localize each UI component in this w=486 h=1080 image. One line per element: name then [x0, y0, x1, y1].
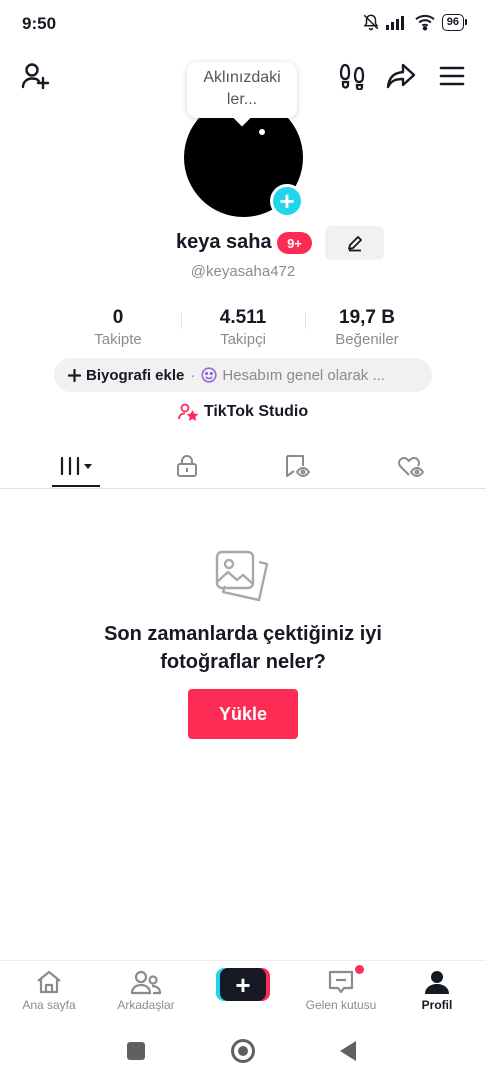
edit-profile-button[interactable] [325, 226, 384, 260]
pencil-icon [347, 236, 362, 252]
bio-bar: Biyografi ekle · Hesabım genel olarak ..… [54, 358, 432, 392]
nav-home[interactable]: Ana sayfa [4, 961, 94, 1025]
note-bubble[interactable]: Aklınızdaki ler... [187, 62, 297, 118]
active-tab-indicator [52, 485, 100, 487]
tab-videos[interactable] [36, 444, 116, 488]
upload-button[interactable]: Yükle [188, 689, 298, 739]
home-system-icon[interactable] [231, 1039, 255, 1063]
stat-followers-label: Takipçi [220, 331, 266, 348]
stat-divider [181, 313, 182, 329]
stat-likes[interactable]: 19,7 B Beğeniler [307, 306, 427, 350]
nav-inbox-label: Gelen kutusu [305, 998, 377, 1012]
avatar-add-button[interactable]: + [270, 184, 304, 218]
back-icon[interactable] [338, 1040, 358, 1062]
signal-icon [385, 16, 404, 30]
note-bubble-line1: Aklınızdaki [203, 69, 281, 86]
videos-grid-icon [60, 456, 92, 476]
liked-icon [398, 457, 424, 477]
nav-profile[interactable]: Profil [392, 961, 482, 1025]
stat-followers-value: 4.511 [219, 307, 267, 328]
profile-tabs [0, 444, 486, 489]
recents-icon[interactable] [127, 1042, 145, 1060]
footprints-icon[interactable] [337, 60, 369, 92]
notifications-badge[interactable]: 9+ [277, 232, 312, 254]
tiktok-studio-link[interactable]: TikTok Studio [0, 403, 486, 421]
plus-icon: + [279, 186, 295, 216]
nav-friends-label: Arkadaşlar [117, 998, 175, 1012]
plus-icon [68, 368, 81, 382]
nav-home-label: Ana sayfa [22, 998, 76, 1012]
user-handle: @keyasaha472 [190, 263, 296, 280]
inbox-icon [328, 970, 354, 994]
friends-icon [131, 970, 161, 995]
lock-icon [177, 455, 197, 477]
add-bio-button[interactable]: Biyografi ekle [68, 367, 184, 384]
username: keya saha [176, 231, 272, 253]
profile-icon [425, 971, 449, 994]
stat-divider [305, 313, 306, 329]
bio-separator: · [190, 366, 196, 384]
empty-state-message: Son zamanlarda çektiğiniz iyi fotoğrafla… [0, 620, 486, 676]
inbox-notification-dot [355, 965, 364, 974]
stat-followers[interactable]: 4.511 Takipçi [183, 306, 303, 350]
home-icon [37, 970, 61, 994]
stat-likes-label: Beğeniler [335, 331, 399, 348]
wifi-icon [415, 14, 435, 31]
tab-liked[interactable] [370, 444, 450, 488]
stat-following-value: 0 [112, 307, 124, 328]
system-nav-bar [0, 1024, 486, 1080]
note-bubble-line2: ler... [226, 91, 258, 108]
tagged-icon [286, 455, 310, 477]
account-status-button[interactable]: Hesabım genel olarak ... [201, 367, 385, 384]
add-bio-label: Biyografi ekle [86, 366, 185, 384]
create-plus-icon: + [220, 968, 266, 1001]
share-icon[interactable] [384, 60, 418, 92]
stat-following[interactable]: 0 Takipte [58, 306, 178, 350]
nav-friends[interactable]: Arkadaşlar [101, 961, 191, 1025]
photos-icon [213, 548, 273, 611]
avatar-dot [259, 129, 265, 135]
tab-tagged[interactable] [257, 444, 337, 488]
status-time: 9:50 [22, 14, 57, 33]
studio-user-star-icon [177, 403, 198, 421]
account-status-text: Hesabım genel olarak ... [222, 366, 385, 384]
bell-off-icon [363, 14, 379, 31]
stat-likes-value: 19,7 B [339, 307, 395, 328]
add-user-icon[interactable] [18, 60, 52, 92]
stat-following-label: Takipte [94, 331, 142, 348]
status-icons: 96 [362, 13, 468, 31]
tiktok-studio-label: TikTok Studio [203, 403, 309, 420]
smiley-icon [201, 367, 217, 383]
empty-state-line1: Son zamanlarda çektiğiniz iyi [104, 623, 382, 645]
create-button[interactable]: + [216, 968, 270, 1001]
menu-icon[interactable] [436, 60, 468, 92]
tab-private[interactable] [147, 444, 227, 488]
nav-profile-label: Profil [421, 998, 453, 1012]
battery-icon: 96 [441, 13, 468, 31]
nav-inbox[interactable]: Gelen kutusu [296, 961, 386, 1025]
empty-state-line2: fotoğraflar neler? [160, 651, 326, 673]
